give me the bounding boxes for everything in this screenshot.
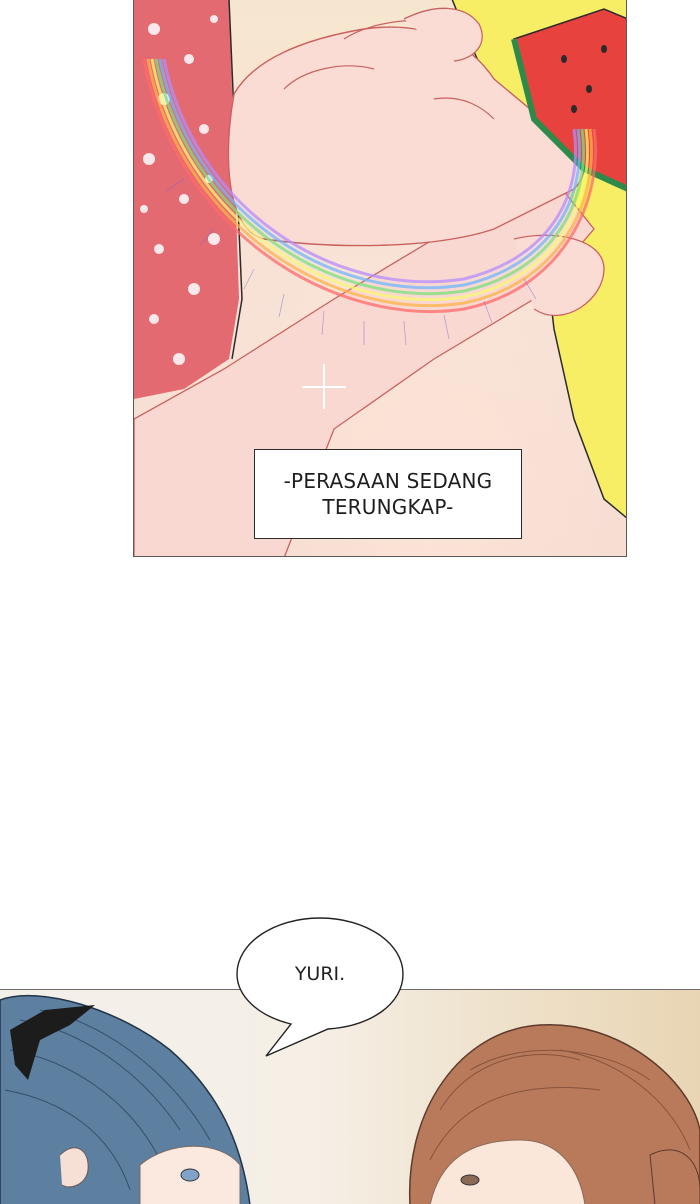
narration-caption-text: -PERASAAN SEDANG TERUNGKAP- xyxy=(283,469,493,519)
narration-caption-box: -PERASAAN SEDANG TERUNGKAP- xyxy=(254,449,522,539)
speech-bubble: YURI. xyxy=(236,916,404,1057)
speech-bubble-text: YURI. xyxy=(294,963,346,985)
